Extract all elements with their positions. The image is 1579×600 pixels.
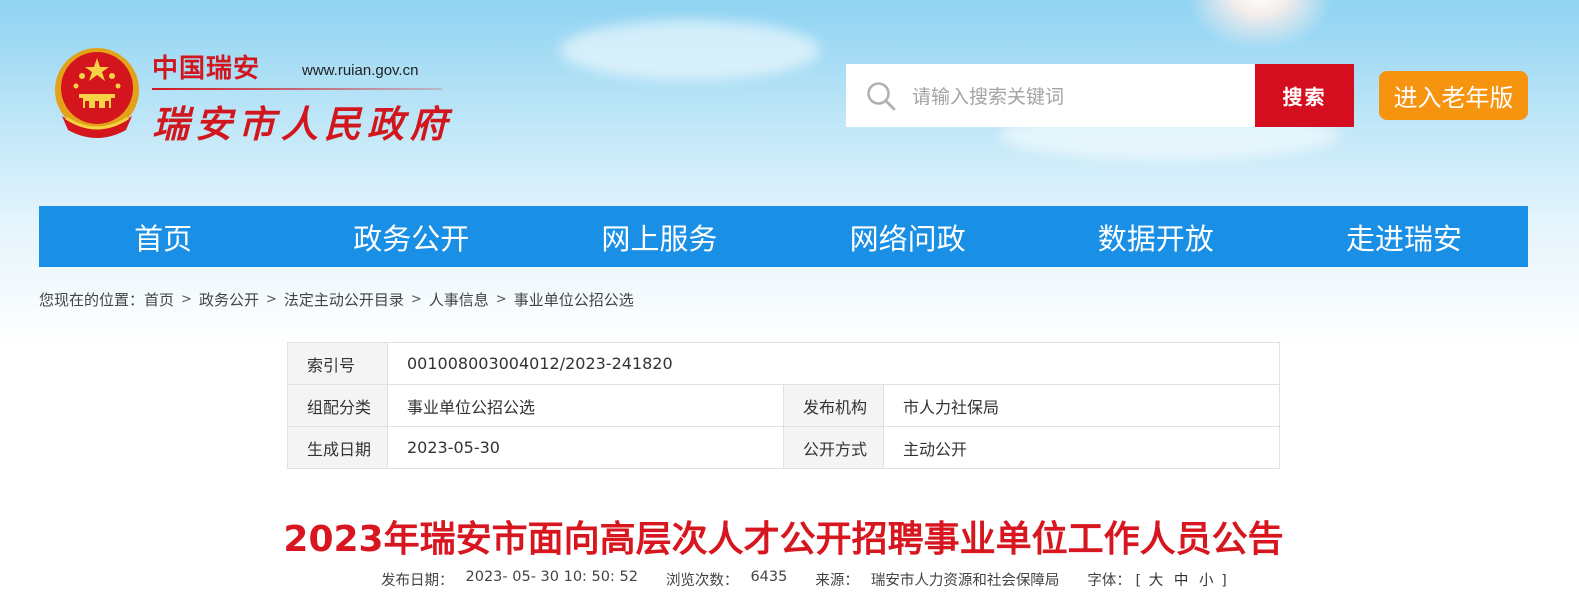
breadcrumb-separator: > bbox=[181, 292, 192, 307]
font-bracket-close: ] bbox=[1221, 573, 1227, 589]
date-value: 2023-05-30 bbox=[387, 426, 784, 469]
breadcrumb-item-disclosure-catalog[interactable]: 法定主动公开目录 bbox=[284, 289, 404, 310]
source-label: 来源： bbox=[815, 573, 859, 589]
breadcrumb-item-personnel-info[interactable]: 人事信息 bbox=[429, 289, 489, 310]
breadcrumb-item-home[interactable]: 首页 bbox=[144, 289, 174, 310]
meta-spacer bbox=[1059, 569, 1087, 590]
table-row: 索引号 001008003004012/2023-241820 bbox=[287, 342, 1280, 385]
publish-date-value: 2023- 05- 30 10: 50: 52 bbox=[465, 569, 638, 585]
sky-cloud bbox=[560, 20, 820, 80]
document-info-table: 索引号 001008003004012/2023-241820 组配分类 事业单… bbox=[287, 342, 1280, 469]
main-nav: 首页 政务公开 网上服务 网络问政 数据开放 走进瑞安 bbox=[39, 206, 1528, 267]
source-value: 瑞安市人力资源和社会保障局 bbox=[870, 573, 1060, 589]
nav-item-home[interactable]: 首页 bbox=[39, 206, 287, 267]
breadcrumb-separator: > bbox=[410, 292, 422, 307]
font-size-control: 字体： [ 大 中 小 ] bbox=[1087, 569, 1226, 590]
method-label: 公开方式 bbox=[783, 426, 884, 469]
breadcrumb-prefix: 您现在的位置： bbox=[39, 291, 145, 309]
search-input[interactable] bbox=[910, 64, 1254, 129]
nav-item-open-data[interactable]: 数据开放 bbox=[1032, 206, 1280, 267]
article-title: 2023年瑞安市面向高层次人才公开招聘事业单位工作人员公告 bbox=[283, 519, 1284, 560]
search-icon bbox=[866, 81, 896, 111]
category-label: 组配分类 bbox=[287, 384, 388, 427]
breadcrumb-item-recruitment[interactable]: 事业单位公招公选 bbox=[514, 289, 634, 310]
publisher-value: 市人力社保局 bbox=[883, 384, 1280, 427]
title-divider bbox=[152, 88, 442, 90]
index-value: 001008003004012/2023-241820 bbox=[387, 342, 1280, 385]
table-row: 组配分类 事业单位公招公选 发布机构 市人力社保局 bbox=[287, 384, 1280, 427]
search-box bbox=[846, 64, 1256, 129]
article-meta: 发布日期： 2023- 05- 30 10: 50: 52 浏览次数： 6435… bbox=[381, 569, 1227, 590]
date-label: 生成日期 bbox=[287, 426, 388, 469]
search-button[interactable]: 搜索 bbox=[1255, 64, 1354, 127]
font-small-button[interactable]: 小 bbox=[1199, 573, 1214, 589]
breadcrumb: 您现在的位置： 首页 > 政务公开 > 法定主动公开目录 > 人事信息 > 事业… bbox=[39, 289, 634, 310]
font-bracket-open: [ bbox=[1135, 573, 1142, 589]
site-title-main[interactable]: 瑞安市人民政府 bbox=[152, 94, 453, 148]
table-row: 生成日期 2023-05-30 公开方式 主动公开 bbox=[287, 426, 1280, 469]
views-label: 浏览次数： bbox=[665, 573, 739, 589]
meta-spacer bbox=[787, 569, 815, 590]
site-title-top: 中国瑞安 bbox=[152, 54, 261, 84]
publish-date-label: 发布日期： bbox=[381, 573, 454, 589]
elder-version-button[interactable]: 进入老年版 bbox=[1379, 71, 1528, 120]
font-large-button[interactable]: 大 bbox=[1149, 573, 1164, 589]
nav-item-government-affairs[interactable]: 政务公开 bbox=[287, 206, 535, 267]
breadcrumb-separator: > bbox=[495, 292, 507, 307]
nav-item-online-inquiry[interactable]: 网络问政 bbox=[784, 206, 1032, 267]
meta-spacer bbox=[638, 569, 666, 590]
font-label: 字体： bbox=[1087, 573, 1131, 589]
nav-item-about-ruian[interactable]: 走进瑞安 bbox=[1280, 206, 1528, 267]
breadcrumb-item-government-affairs[interactable]: 政务公开 bbox=[199, 289, 259, 310]
publisher-label: 发布机构 bbox=[783, 384, 884, 427]
site-url[interactable]: www.ruian.gov.cn bbox=[302, 62, 418, 79]
index-label: 索引号 bbox=[287, 342, 388, 385]
category-value: 事业单位公招公选 bbox=[387, 384, 784, 427]
breadcrumb-separator: > bbox=[265, 292, 277, 307]
national-emblem-logo[interactable] bbox=[52, 46, 142, 140]
method-value: 主动公开 bbox=[883, 426, 1280, 469]
nav-item-online-services[interactable]: 网上服务 bbox=[535, 206, 783, 267]
sky-sun-glow bbox=[1185, 0, 1335, 50]
views-value: 6435 bbox=[750, 569, 788, 585]
font-medium-button[interactable]: 中 bbox=[1174, 573, 1189, 589]
